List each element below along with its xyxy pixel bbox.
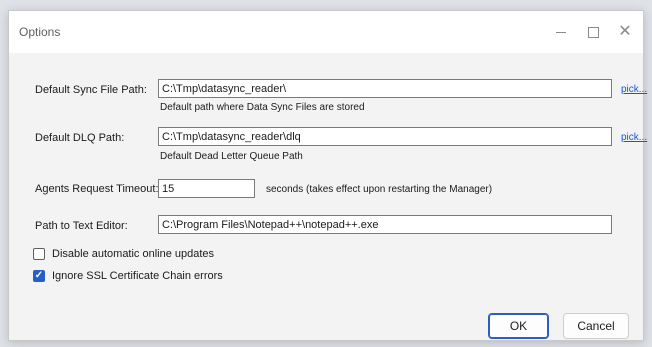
minimize-button[interactable] <box>545 18 577 46</box>
dlq-path-label: Default DLQ Path: <box>35 132 125 144</box>
dlq-path-field[interactable] <box>158 127 612 146</box>
timeout-label: Agents Request Timeout: <box>35 183 159 195</box>
cancel-button[interactable]: Cancel <box>563 313 629 339</box>
disable-updates-option[interactable]: Disable automatic online updates <box>33 248 214 260</box>
ignore-ssl-checkbox[interactable]: ✓ <box>33 270 45 282</box>
timeout-field[interactable] <box>158 179 255 198</box>
editor-path-field[interactable] <box>158 215 612 234</box>
sync-path-hint: Default path where Data Sync Files are s… <box>160 102 365 113</box>
title-bar: Options ✕ <box>9 11 643 53</box>
options-dialog: Options ✕ Default Sync File Path: pick..… <box>8 10 647 341</box>
minimize-icon <box>556 31 566 33</box>
window-title: Options <box>19 25 61 39</box>
disable-updates-checkbox[interactable] <box>33 248 45 260</box>
maximize-icon <box>587 26 599 38</box>
timeout-suffix: seconds (takes effect upon restarting th… <box>266 184 493 195</box>
sync-path-pick-link[interactable]: pick... <box>621 84 647 95</box>
dlq-path-pick-link[interactable]: pick... <box>621 132 647 143</box>
close-icon: ✕ <box>618 23 632 40</box>
ignore-ssl-label: Ignore SSL Certificate Chain errors <box>52 270 223 282</box>
editor-path-label: Path to Text Editor: <box>35 220 128 232</box>
maximize-button[interactable] <box>577 18 609 46</box>
close-button[interactable]: ✕ <box>609 18 641 46</box>
checkmark-icon: ✓ <box>34 270 44 281</box>
disable-updates-label: Disable automatic online updates <box>52 248 215 260</box>
sync-path-label: Default Sync File Path: <box>35 84 147 96</box>
dlq-path-hint: Default Dead Letter Queue Path <box>160 151 303 162</box>
ok-button[interactable]: OK <box>488 313 549 339</box>
ignore-ssl-option[interactable]: ✓ Ignore SSL Certificate Chain errors <box>33 270 223 282</box>
sync-path-field[interactable] <box>158 79 612 98</box>
